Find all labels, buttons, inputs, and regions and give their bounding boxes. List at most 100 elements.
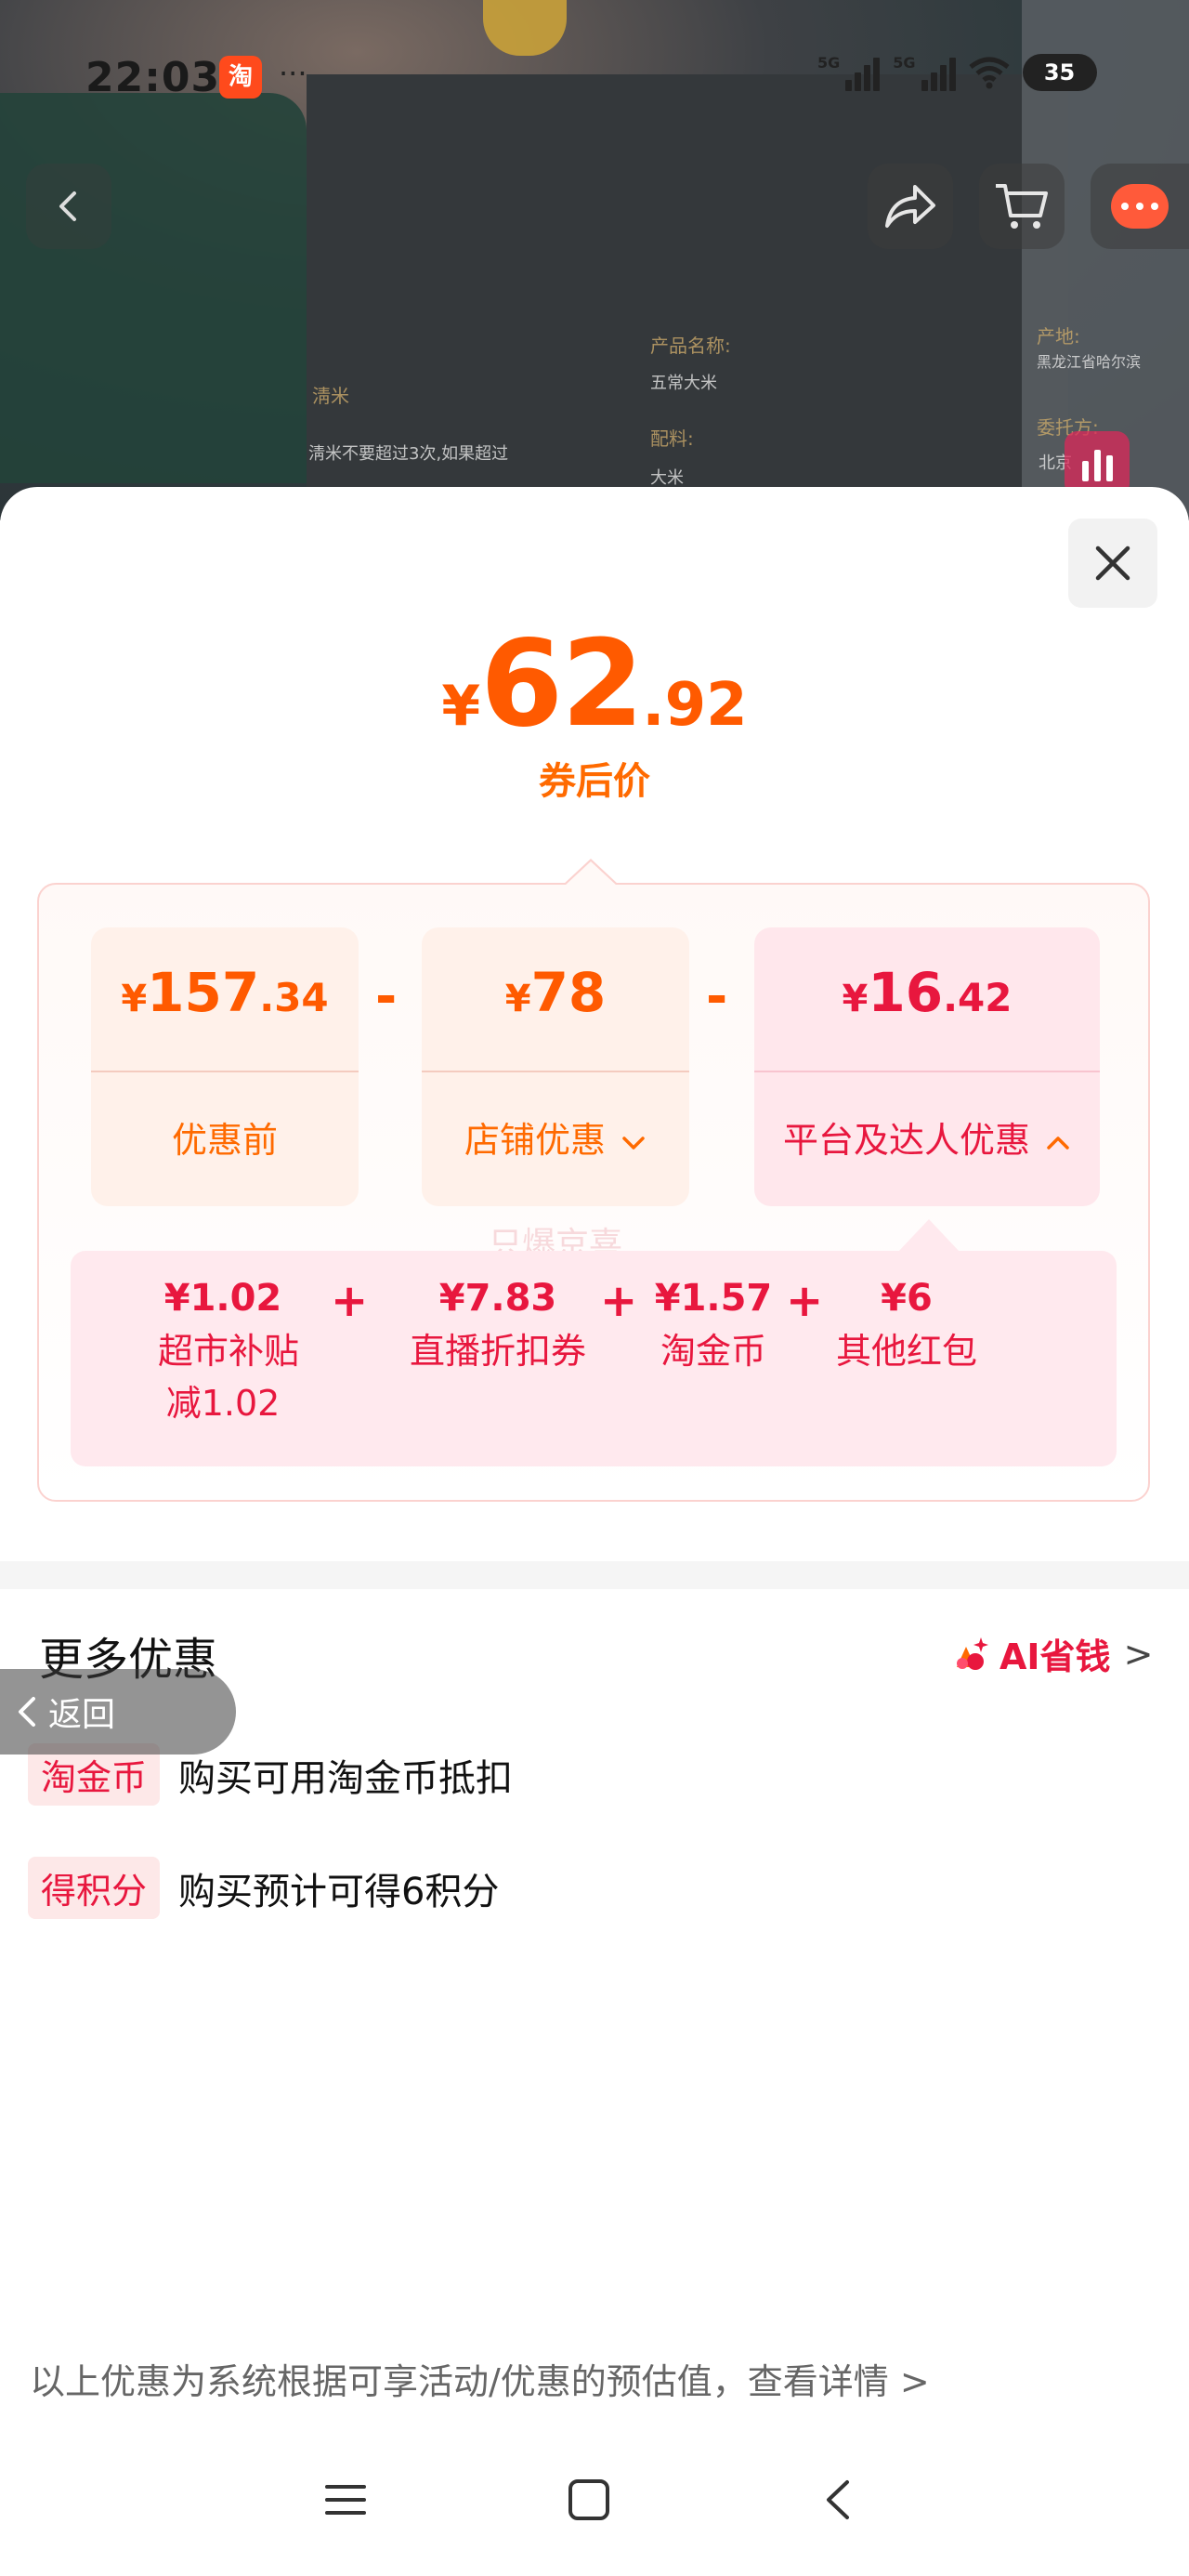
minus-sign: - — [706, 966, 728, 1027]
other-redpacket-item: ¥6 其他红包 — [832, 1277, 981, 1377]
system-navigation-bar — [0, 2453, 1189, 2546]
close-icon — [1095, 545, 1130, 581]
wash-note: 淸米不要超过3次,如果超过 — [308, 444, 509, 464]
ingredients-value: 大米 — [650, 468, 684, 488]
live-coupon-value: ¥7.83 — [438, 1277, 557, 1320]
wash-title: 淸米 — [312, 385, 349, 407]
signal-icon-2 — [921, 54, 956, 91]
share-icon — [885, 185, 935, 228]
final-price-currency: ¥ — [441, 674, 481, 739]
taojinbi-item: ¥1.57 淘金币 — [639, 1277, 788, 1377]
chevron-left-icon — [19, 1697, 35, 1727]
back-nav-button[interactable] — [810, 2472, 866, 2528]
plus-sign: + — [600, 1275, 638, 1327]
promo-text: 购买预计可得6积分 — [178, 1870, 500, 1913]
final-price: ¥62.92 — [0, 615, 1189, 754]
final-price-label: 券后价 — [539, 760, 650, 803]
floating-back-button[interactable]: 返回 — [0, 1669, 236, 1755]
home-square-icon — [568, 2479, 609, 2520]
final-price-integer: 62 — [480, 615, 644, 754]
taobao-app-icon: 淘 — [219, 56, 262, 99]
other-redpacket-label: 其他红包 — [835, 1331, 977, 1372]
taojinbi-value: ¥1.57 — [654, 1277, 773, 1320]
ai-save-chevron: > — [1123, 1633, 1154, 1675]
platform-discount-decimal: .42 — [943, 975, 1013, 1020]
supermarket-subsidy-item: ¥1.02 超市补贴 减1.02 — [158, 1277, 300, 1429]
platform-discount-label-wrap: 平台及达人优惠 — [754, 1111, 1100, 1163]
original-price-decimal: .34 — [259, 975, 329, 1020]
ingredients-label: 配料: — [650, 427, 694, 450]
back-triangle-icon — [827, 2480, 849, 2519]
network-label-1: 5G — [817, 54, 841, 72]
ai-sparkle-icon — [957, 1636, 988, 1670]
status-bar: 22:03 淘 ··· 5G 5G 35 — [0, 46, 1189, 112]
supermarket-subsidy-value: ¥1.02 — [163, 1277, 282, 1320]
other-redpacket-value: ¥6 — [881, 1277, 933, 1320]
taojinbi-label: 淘金币 — [660, 1331, 766, 1372]
platform-discount-card[interactable]: ¥16.42 平台及达人优惠 — [754, 927, 1100, 1206]
platform-discount-details: ¥1.02 超市补贴 减1.02 + ¥7.83 直播折扣券 + ¥1.57 淘… — [71, 1251, 1117, 1466]
message-icon — [1111, 184, 1169, 229]
message-button[interactable] — [1091, 164, 1189, 249]
wifi-icon — [968, 57, 1010, 89]
floating-back-label: 返回 — [48, 1696, 116, 1734]
status-indicators: 5G 5G 35 — [817, 54, 1097, 91]
status-more-icon: ··· — [279, 56, 307, 91]
store-discount-card[interactable]: ¥78 店铺优惠 — [422, 927, 689, 1206]
final-price-decimal: .92 — [642, 671, 748, 740]
home-nav-button[interactable] — [561, 2472, 617, 2528]
cart-button[interactable] — [979, 164, 1065, 249]
plus-sign: + — [331, 1275, 369, 1327]
live-coupon-label: 直播折扣券 — [409, 1331, 586, 1372]
card-divider — [91, 1071, 359, 1072]
live-coupon-item: ¥7.83 直播折扣券 — [386, 1277, 609, 1377]
back-button[interactable] — [26, 164, 111, 249]
platform-discount-label: 平台及达人优惠 — [782, 1120, 1030, 1161]
original-price-integer: 157 — [147, 961, 260, 1024]
share-button[interactable] — [868, 164, 953, 249]
menu-nav-button[interactable] — [318, 2472, 373, 2528]
store-discount-amount: ¥78 — [422, 961, 689, 1024]
signal-icon-1 — [845, 54, 881, 91]
product-name-label: 产品名称: — [650, 335, 731, 357]
original-price-amount: ¥157.34 — [91, 961, 359, 1024]
origin-value: 黑龙江省哈尔滨 — [1037, 353, 1142, 371]
breakdown-pointer — [563, 859, 619, 886]
origin-label: 产地: — [1037, 325, 1080, 348]
promo-text: 购买可用淘金币抵扣 — [178, 1756, 514, 1800]
status-time: 22:03 — [85, 54, 221, 101]
original-price-label: 优惠前 — [171, 1120, 278, 1161]
battery-indicator: 35 — [1022, 54, 1097, 91]
platform-discount-integer: 16 — [868, 961, 944, 1024]
sub-breakdown-pointer — [897, 1219, 960, 1253]
menu-icon — [325, 2485, 366, 2515]
chevron-down-icon — [622, 1136, 645, 1150]
store-discount-label: 店铺优惠 — [464, 1120, 606, 1161]
card-divider — [754, 1071, 1100, 1072]
minus-sign: - — [375, 966, 398, 1027]
original-price-currency: ¥ — [121, 978, 148, 1020]
store-discount-label-wrap: 店铺优惠 — [422, 1111, 689, 1163]
estimate-details-link[interactable]: 以上优惠为系统根据可享活动/优惠的预估值，查看详情 > — [30, 2353, 930, 2404]
platform-discount-currency: ¥ — [842, 978, 869, 1020]
product-package-green — [0, 93, 307, 483]
store-discount-integer: 78 — [530, 961, 607, 1024]
store-discount-currency: ¥ — [504, 978, 531, 1020]
supermarket-subsidy-label: 超市补贴 — [158, 1331, 300, 1372]
card-divider — [422, 1071, 689, 1072]
chevron-up-icon — [1047, 1136, 1069, 1150]
original-price-card: ¥157.34 优惠前 — [91, 927, 359, 1206]
supermarket-subsidy-note: 减1.02 — [165, 1383, 281, 1424]
platform-discount-amount: ¥16.42 — [754, 961, 1100, 1024]
product-name-value: 五常大米 — [650, 374, 717, 393]
network-label-2: 5G — [893, 54, 916, 72]
ai-save-label: AI省钱 — [1000, 1636, 1111, 1677]
chevron-left-icon — [59, 191, 76, 221]
promo-row-points: 得积分 购买预计可得6积分 — [28, 1857, 499, 1919]
ai-save-button[interactable]: AI省钱 > — [951, 1628, 1153, 1679]
section-divider — [0, 1561, 1189, 1589]
close-button[interactable] — [1068, 519, 1157, 608]
cart-icon — [996, 184, 1048, 229]
plus-sign: + — [786, 1275, 824, 1327]
promo-tag: 得积分 — [28, 1857, 161, 1919]
